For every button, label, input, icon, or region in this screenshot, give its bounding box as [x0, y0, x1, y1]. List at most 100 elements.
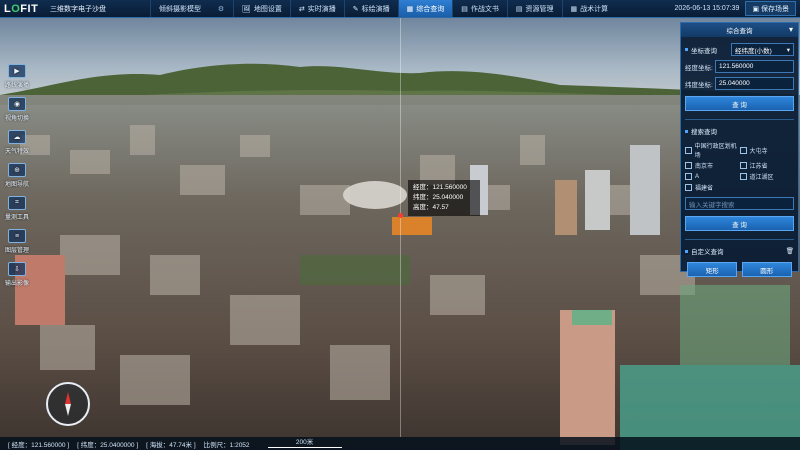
download-icon: ⇩: [8, 262, 26, 276]
tab-label: 倾斜摄影模型: [159, 5, 201, 13]
section-title: 搜索查询: [691, 129, 717, 136]
document-icon: ▤: [515, 5, 523, 13]
checkbox-item[interactable]: 中国行政区划机场: [685, 141, 740, 159]
tool-export-image[interactable]: ⇩ 输出影像: [2, 262, 32, 295]
tab-oblique-model[interactable]: 倾斜摄影模型: [150, 0, 209, 17]
save-label: 保存场景: [761, 5, 789, 13]
coord-query-button[interactable]: 查 询: [685, 96, 794, 111]
compass-needle-north: [65, 392, 71, 404]
save-scene-button[interactable]: ▣ 保存场景: [745, 1, 796, 16]
left-toolbar: ▶ 路线演播 ◉ 视角切换 ☁ 天气特效 ⊕ 地图导航 ⌗ 量测工具 ≡ 图层管理 ⇩ 输出影…: [2, 64, 32, 295]
status-alt: [ 海拔：47.74米 ]: [146, 441, 196, 449]
checkbox-icon: [739, 162, 747, 169]
custom-query-buttons: 矩形 圆形: [685, 262, 794, 277]
app-title: 三维数字电子沙盘: [50, 5, 106, 13]
save-icon: ▣: [752, 5, 761, 13]
tool-label: 图层管理: [4, 248, 29, 254]
chevron-down-icon: ▾: [786, 46, 790, 54]
cloud-icon: ☁: [8, 130, 26, 144]
tool-label: 量测工具: [4, 215, 29, 221]
search-category-list: 中国行政区划机场 大屯寺 南京市 江苏省 A 道江湖区 福建省: [685, 141, 794, 192]
tab-label: 资源管理: [525, 5, 554, 13]
status-bar: [ 经度：121.560000 ] [ 纬度：25.0400000 ] [ 海拔…: [0, 437, 800, 450]
section-title: 自定义查询: [691, 249, 724, 256]
tool-label: 天气特效: [4, 149, 29, 155]
status-lon: [ 经度：121.560000 ]: [8, 441, 70, 449]
trash-icon[interactable]: 🗑: [786, 247, 794, 255]
popup-alt: 高度：47.57: [413, 204, 449, 211]
app-logo: L O FIT: [4, 2, 44, 16]
tab-resource-mgmt[interactable]: ▤ 资源管理: [506, 0, 562, 17]
checkbox-item[interactable]: A: [685, 172, 740, 181]
tool-label: 输出影像: [4, 281, 29, 287]
section-title: 坐标查询: [691, 47, 717, 55]
popup-lat: 纬度：25.040000: [413, 194, 464, 201]
tab-map-settings[interactable]: 🖼 地图设置: [233, 0, 290, 17]
tab-live-broadcast[interactable]: ⇄ 实时演播: [289, 0, 344, 17]
lat-row: 纬度坐标: 25.040000: [685, 77, 794, 90]
ruler-icon: ⌗: [8, 196, 26, 210]
section-marker-icon: [685, 129, 688, 133]
tool-measure[interactable]: ⌗ 量测工具: [2, 196, 32, 229]
checkbox-item[interactable]: 南京市: [685, 161, 740, 170]
coordinate-popup: 经度：121.560000 纬度：25.040000 高度：47.57: [408, 180, 480, 216]
swap-icon: ⇄: [298, 5, 305, 13]
layers-icon: ≡: [8, 229, 26, 243]
logo-text-l: L: [4, 2, 12, 15]
tab-combat-docs[interactable]: ▤ 作战文书: [452, 0, 507, 17]
status-scale-ratio: 比例尺：1:2052: [203, 441, 250, 449]
logo-text-o: O: [11, 2, 21, 15]
checkbox-item[interactable]: 大屯寺: [739, 141, 795, 159]
checkbox-item[interactable]: 江苏省: [739, 161, 795, 170]
collapse-icon[interactable]: ▾: [789, 25, 793, 34]
logo-text-rest: FIT: [20, 2, 39, 15]
tab-plot-broadcast[interactable]: ✎ 标绘演播: [343, 0, 398, 17]
navigation-icon: ⊕: [8, 163, 26, 177]
tab-label: 地图设置: [253, 5, 282, 13]
tab-label: 战术计算: [580, 5, 609, 13]
compass-icon[interactable]: [46, 382, 90, 426]
section-marker-icon: [685, 48, 688, 51]
tab-label: 标绘演播: [361, 5, 390, 13]
keyword-search-input[interactable]: 输入关键字搜索: [685, 197, 794, 210]
tool-route-play[interactable]: ▶ 路线演播: [2, 64, 32, 97]
tool-layers[interactable]: ≡ 图层管理: [2, 229, 32, 262]
search-query-button[interactable]: 查 询: [685, 216, 794, 231]
tool-weather[interactable]: ☁ 天气特效: [2, 130, 32, 163]
lon-row: 经度坐标: 121.560000: [685, 60, 794, 73]
tool-navigation[interactable]: ⊕ 地图导航: [2, 163, 32, 196]
tool-label: 地图导航: [4, 182, 29, 188]
coord-query-section: 坐标查询 经纬度(小数) ▾: [685, 43, 794, 56]
checkbox-label: 南京市: [695, 164, 714, 170]
tool-label: 路线演播: [4, 83, 29, 89]
tool-label: 视角切换: [4, 116, 29, 122]
tab-tactical-calc[interactable]: ▦ 战术计算: [561, 0, 617, 17]
lon-input[interactable]: 121.560000: [715, 60, 794, 73]
gear-icon[interactable]: ⚙: [209, 5, 233, 13]
tab-comprehensive-query[interactable]: ▦ 综合查询: [397, 0, 453, 17]
circle-button[interactable]: 圆形: [741, 262, 792, 277]
coord-mode-select[interactable]: 经纬度(小数) ▾: [731, 43, 794, 56]
checkbox-icon: [685, 146, 692, 154]
search-query-section: 搜索查询: [685, 126, 794, 136]
crosshair-line: [400, 17, 401, 437]
tab-label: 作战文书: [470, 5, 499, 13]
camera-icon: ◉: [8, 97, 26, 111]
divider: [685, 119, 794, 120]
panel-title-text: 综合查询: [726, 28, 753, 35]
checkbox-icon: [739, 173, 747, 180]
tab-label: 实时演播: [307, 5, 336, 13]
rectangle-button[interactable]: 矩形: [687, 262, 738, 277]
coord-mode-value: 经纬度(小数): [735, 47, 772, 55]
lat-input[interactable]: 25.040000: [715, 77, 794, 90]
checkbox-item[interactable]: 福建省: [685, 183, 740, 192]
checkbox-label: 福建省: [695, 186, 714, 192]
checkbox-label: 道江湖区: [749, 175, 774, 181]
tool-view-switch[interactable]: ◉ 视角切换: [2, 97, 32, 130]
compass-needle-south: [65, 404, 71, 416]
checkbox-item[interactable]: 道江湖区: [739, 172, 795, 181]
play-icon: ▶: [8, 64, 26, 78]
section-title-wrap: 自定义查询: [685, 246, 724, 256]
popup-lon: 经度：121.560000: [413, 184, 467, 191]
grid-icon: ▦: [406, 5, 414, 13]
